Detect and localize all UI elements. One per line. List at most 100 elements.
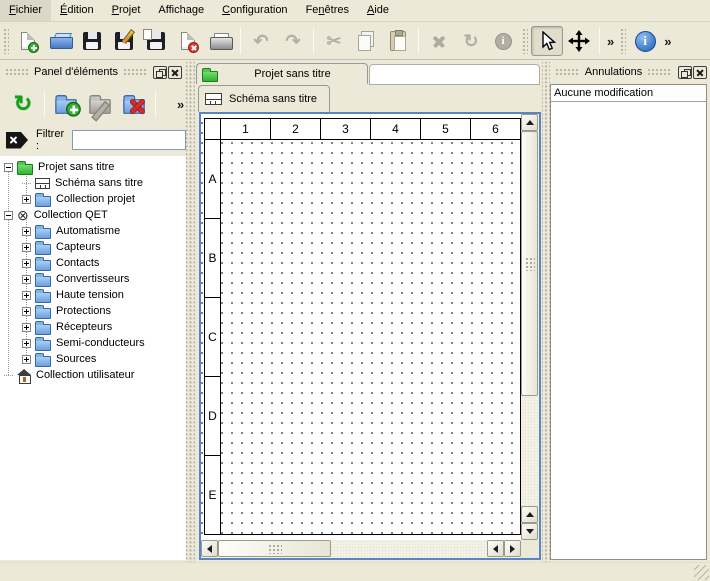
menu-fenetres[interactable]: Fenêtres (297, 0, 358, 21)
undo-list-item[interactable]: Aucune modification (551, 85, 706, 102)
close-file-button[interactable] (172, 26, 204, 56)
tree-item-semi-conducteurs[interactable]: Semi-conducteurs (0, 335, 186, 351)
tree-item-protections[interactable]: Protections (0, 303, 186, 319)
delete-button[interactable] (423, 26, 455, 56)
left-splitter-handle[interactable] (186, 62, 195, 562)
scroll-up-button[interactable] (521, 114, 538, 131)
undo-history-list[interactable]: Aucune modification (550, 84, 707, 560)
menu-aide[interactable]: Aide (358, 0, 398, 21)
undo-panel-titlebar[interactable]: Annulations (550, 62, 710, 82)
save-button[interactable] (76, 26, 108, 56)
diagram-info-button[interactable]: i (629, 26, 661, 56)
tab-projet-sans-titre[interactable]: Projet sans titre (196, 63, 368, 84)
copy-button[interactable] (350, 26, 382, 56)
close-dock-button[interactable] (693, 66, 707, 79)
vertical-scrollbar[interactable] (521, 114, 539, 540)
expand-icon[interactable] (22, 307, 31, 316)
float-dock-button[interactable] (678, 66, 692, 79)
tree-item-label: Collection utilisateur (36, 369, 134, 381)
tab-schema-sans-titre[interactable]: Schéma sans titre (198, 85, 330, 112)
tree-item-haute-tension[interactable]: Haute tension (0, 287, 186, 303)
tree-item-capteurs[interactable]: Capteurs (0, 239, 186, 255)
expand-icon[interactable] (22, 339, 31, 348)
new-file-button[interactable] (12, 26, 44, 56)
delete-category-button[interactable] (117, 87, 151, 121)
edit-category-button[interactable] (83, 87, 117, 121)
expand-icon[interactable] (22, 195, 31, 204)
save-all-button[interactable] (140, 26, 172, 56)
tree-item-schema-sans-titre[interactable]: Schéma sans titre (0, 175, 186, 191)
new-category-button[interactable] (49, 87, 83, 121)
menu-edition[interactable]: Édition (51, 0, 103, 21)
close-dock-button[interactable] (168, 66, 182, 79)
copy-icon (356, 31, 376, 51)
toolbar-handle[interactable] (522, 28, 528, 54)
tree-item-projet-sans-titre[interactable]: Projet sans titre (0, 159, 186, 175)
undo-button[interactable]: ↶ (245, 26, 277, 56)
horizontal-scrollbar[interactable] (201, 540, 521, 558)
qet-collection-icon: ⊗ (17, 210, 29, 221)
elements-panel-dock: Panel d'éléments ↻ » Filtrer : (0, 62, 186, 562)
select-tool-button[interactable] (531, 26, 563, 56)
clear-filter-button[interactable] (6, 132, 28, 149)
move-tool-button[interactable] (563, 26, 595, 56)
tree-item-sources[interactable]: Sources (0, 351, 186, 367)
tree-item-recepteurs[interactable]: Récepteurs (0, 319, 186, 335)
vertical-scrollbar-thumb[interactable] (521, 131, 538, 396)
expand-icon[interactable] (22, 227, 31, 236)
folder-icon (55, 99, 77, 114)
tree-item-collection-qet[interactable]: ⊗ Collection QET (0, 207, 186, 223)
tree-item-convertisseurs[interactable]: Convertisseurs (0, 271, 186, 287)
expand-icon[interactable] (22, 243, 31, 252)
toolbar-overflow-button-2[interactable]: » (661, 34, 674, 49)
tree-item-contacts[interactable]: Contacts (0, 255, 186, 271)
expand-icon[interactable] (22, 355, 31, 364)
collapse-icon[interactable] (4, 211, 13, 220)
print-button[interactable] (204, 26, 236, 56)
toolbar-handle[interactable] (3, 28, 9, 54)
expand-icon[interactable] (22, 259, 31, 268)
float-dock-button[interactable] (153, 66, 167, 79)
toolbar-handle[interactable] (620, 28, 626, 54)
menu-configuration[interactable]: Configuration (213, 0, 296, 21)
expand-icon[interactable] (22, 275, 31, 284)
folder-icon (35, 308, 51, 319)
menu-projet[interactable]: Projet (103, 0, 150, 21)
tree-item-automatisme[interactable]: Automatisme (0, 223, 186, 239)
project-folder-icon (202, 71, 218, 82)
cut-button[interactable]: ✂ (318, 26, 350, 56)
scroll-left-button[interactable] (201, 540, 218, 557)
reload-collections-button[interactable]: ↻ (6, 87, 40, 121)
open-file-button[interactable] (44, 26, 76, 56)
filter-input[interactable] (72, 130, 186, 150)
rotate-icon: ↻ (463, 32, 478, 50)
right-splitter-handle[interactable] (542, 62, 550, 562)
menu-fichier[interactable]: Fichier (0, 0, 51, 21)
expand-icon[interactable] (22, 291, 31, 300)
row-header: A (204, 140, 221, 219)
elements-panel-titlebar[interactable]: Panel d'éléments (0, 62, 186, 82)
expand-icon[interactable] (22, 323, 31, 332)
scroll-down-button[interactable] (521, 523, 538, 540)
resize-grip[interactable] (694, 565, 709, 580)
column-header: 5 (421, 118, 471, 140)
menu-affichage[interactable]: Affichage (149, 0, 213, 21)
scroll-left-button-2[interactable] (487, 540, 504, 557)
horizontal-scrollbar-thumb[interactable] (218, 540, 331, 557)
diagram-canvas[interactable]: 1 2 3 4 5 6 A B C D E (201, 114, 521, 540)
tree-item-label: Haute tension (56, 289, 124, 301)
rotate-button[interactable]: ↻ (455, 26, 487, 56)
home-icon (17, 369, 31, 382)
tree-item-collection-utilisateur[interactable]: Collection utilisateur (0, 367, 186, 383)
paste-button[interactable] (382, 26, 414, 56)
element-info-button[interactable]: i (487, 26, 519, 56)
tree-item-collection-projet[interactable]: Collection projet (0, 191, 186, 207)
save-all-icon (147, 32, 165, 50)
drawing-area[interactable] (221, 140, 521, 535)
toolbar-overflow-button[interactable]: » (604, 34, 617, 49)
scroll-up-button-2[interactable] (521, 506, 538, 523)
scroll-right-button[interactable] (504, 540, 521, 557)
save-as-button[interactable] (108, 26, 140, 56)
collapse-icon[interactable] (4, 163, 13, 172)
redo-button[interactable]: ↷ (277, 26, 309, 56)
